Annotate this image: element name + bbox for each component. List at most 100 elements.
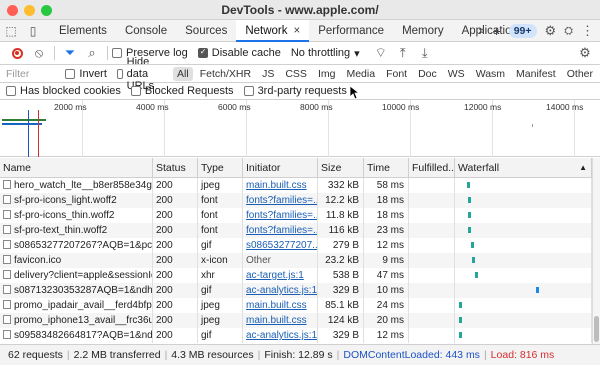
cell-initiator-text[interactable]: fonts?families=... [246,225,317,236]
search-button[interactable]: ⌕ [81,43,103,63]
column-header-name[interactable]: Name [0,158,153,177]
column-header-status[interactable]: Status [153,158,198,177]
preserve-log-checkbox[interactable]: Preserve log [112,47,188,59]
cell-fulfilled [409,208,455,223]
overview-tick-label: 10000 ms [382,102,420,112]
cell-initiator-text[interactable]: s08653277207... [246,240,317,251]
file-icon [3,210,11,219]
table-row[interactable]: s08653277207267?AQB=1&pcc... 200 gif s08653… [0,238,592,253]
more-tabs-icon[interactable]: » [478,25,484,37]
filter-toggle-button[interactable]: ⏷ [59,43,81,63]
tab-network[interactable]: Network × [236,19,310,42]
tab-console[interactable]: Console [116,20,176,42]
table-row[interactable]: s09583482664817?AQB=1&ndh... 200 gif ac-ana… [0,328,592,343]
throttling-select[interactable]: No throttling ▾ [291,47,360,60]
column-header-waterfall[interactable]: Waterfall ▲ [455,158,592,177]
cell-fulfilled [409,178,455,193]
cell-initiator-text[interactable]: main.built.css [246,180,307,191]
cell-name-text: favicon.ico [14,255,62,266]
add-tab-icon[interactable]: + [493,23,501,39]
scrollbar-thumb[interactable] [594,316,599,342]
filter-type-ws[interactable]: WS [444,67,469,81]
filter-type-img[interactable]: Img [314,67,340,81]
customize-menu-icon[interactable]: ⋮ [581,23,594,39]
has-blocked-cookies-checkbox[interactable]: Has blocked cookies [6,85,121,97]
network-settings-button[interactable]: ⚙ [574,43,596,63]
cell-initiator-text[interactable]: ac-analytics.js:1 [246,285,317,296]
tab-memory[interactable]: Memory [393,20,453,42]
table-row[interactable]: hero_watch_lte__b8er858e34gi_... 200 jpeg m… [0,178,592,193]
cell-fulfilled [409,298,455,313]
cell-type-text: gif [201,285,212,296]
column-header-time[interactable]: Time [364,158,409,177]
waterfall-bar [535,287,539,293]
filter-type-manifest[interactable]: Manifest [512,67,560,81]
column-header-label: Type [201,162,224,174]
device-toolbar-icon[interactable]: ▯ [22,20,44,42]
filter-type-media[interactable]: Media [342,67,379,81]
close-window-button[interactable] [7,5,18,16]
filter-type-fetch-xhr[interactable]: Fetch/XHR [196,67,255,81]
table-row[interactable]: sf-pro-icons_light.woff2 200 font fonts?fam… [0,193,592,208]
zoom-window-button[interactable] [41,5,52,16]
table-scrollbar[interactable] [592,158,600,344]
file-icon [3,300,11,309]
column-header-size[interactable]: Size [318,158,364,177]
blocked-requests-checkbox[interactable]: Blocked Requests [130,85,234,97]
filter-type-doc[interactable]: Doc [414,67,441,81]
table-row[interactable]: sf-pro-icons_thin.woff2 200 font fonts?fami… [0,208,592,223]
table-row[interactable]: sf-pro-text_thin.woff2 200 font fonts?famil… [0,223,592,238]
table-row[interactable]: s08713230353287AQB=1&ndh=... 200 gif ac-ana… [0,283,592,298]
cell-status-text: 200 [156,180,173,191]
table-row[interactable]: delivery?client=apple&sessionId... 200 xhr… [0,268,592,283]
file-icon [3,315,11,324]
close-tab-icon[interactable]: × [294,25,301,37]
cell-initiator-text[interactable]: ac-analytics.js:1 [246,330,317,341]
cell-fulfilled [409,313,455,328]
cell-initiator-text[interactable]: ac-target.js:1 [246,270,304,281]
cell-fulfilled [409,268,455,283]
filter-type-font[interactable]: Font [382,67,411,81]
third-party-requests-checkbox[interactable]: 3rd-party requests [243,85,347,97]
tab-performance[interactable]: Performance [309,20,393,42]
cell-initiator-text[interactable]: fonts?families=... [246,210,317,221]
tab-elements[interactable]: Elements [50,20,116,42]
filter-type-other[interactable]: Other [563,67,597,81]
cell-name: sf-pro-icons_light.woff2 [0,193,153,208]
minimize-window-button[interactable] [24,5,35,16]
export-har-button[interactable]: ⤓ [414,43,436,63]
filter-type-all[interactable]: All [173,66,193,81]
waterfall-bar [468,212,472,218]
column-header-initiator[interactable]: Initiator [243,158,318,177]
clear-button[interactable]: ⦸ [28,43,50,63]
column-header-type[interactable]: Type [198,158,243,177]
cell-initiator-text[interactable]: fonts?families=... [246,195,317,206]
tab-sources[interactable]: Sources [176,20,236,42]
cell-name-text: s09583482664817?AQB=1&ndh... [14,330,153,341]
inspect-element-icon[interactable]: ⬚ [0,20,22,42]
remote-devices-icon[interactable]: ⛭ [564,25,573,38]
record-stop-button[interactable] [6,43,28,63]
filter-type-css[interactable]: CSS [281,67,311,81]
cell-type: jpeg [198,313,243,328]
filter-type-wasm[interactable]: Wasm [472,67,509,81]
timeline-overview[interactable]: 2000 ms 4000 ms 6000 ms 8000 ms 10000 ms 1200… [0,100,600,157]
cell-type: jpeg [198,298,243,313]
import-har-button[interactable]: ⤒ [392,43,414,63]
filter-type-js[interactable]: JS [258,67,278,81]
network-conditions-button[interactable]: ⌔ [370,43,392,63]
disable-cache-checkbox[interactable]: Disable cache [197,47,281,59]
settings-gear-icon[interactable]: ⚙ [545,23,557,39]
table-row[interactable]: favicon.ico 200 x-icon Other 23.2 kB 9 ms [0,253,592,268]
waterfall-bar [468,227,472,233]
invert-checkbox[interactable]: Invert [65,68,107,80]
cell-initiator-text[interactable]: main.built.css [246,300,307,311]
column-header-fulfilled[interactable]: Fulfilled... [409,158,455,177]
cell-initiator-text[interactable]: main.built.css [246,315,307,326]
column-header-label: Time [367,162,390,174]
issues-badge[interactable]: 99+ [508,24,537,38]
filter-input[interactable]: Filter [4,68,65,80]
table-row[interactable]: promo_iphone13_avail__frc36u3... 200 jpeg m… [0,313,592,328]
table-row[interactable]: promo_ipadair_avail__ferd4bfpc... 200 jpeg… [0,298,592,313]
tab-label: Memory [402,24,444,37]
